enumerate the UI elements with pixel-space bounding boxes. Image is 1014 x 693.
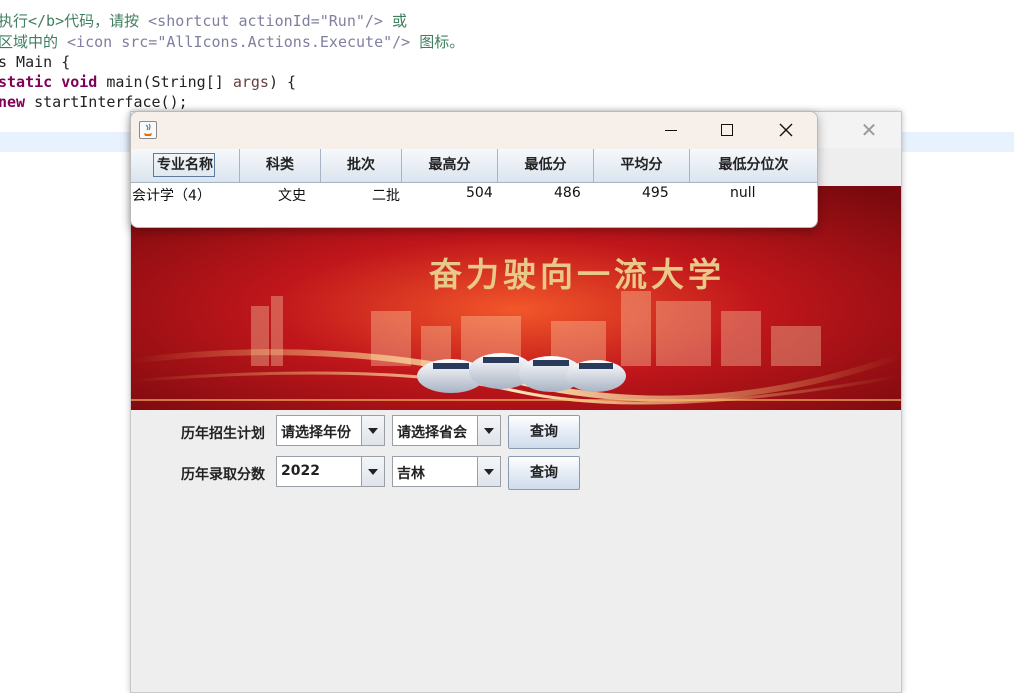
province-select[interactable]: 请选择省会 [392, 415, 501, 446]
chevron-down-icon[interactable] [361, 416, 384, 445]
score-province-select-value: 吉林 [397, 466, 425, 482]
column-header[interactable]: 最低分位次 [690, 149, 817, 182]
maximize-icon[interactable] [704, 112, 750, 149]
column-header[interactable]: 科类 [240, 149, 321, 182]
code-text: main(String[] [97, 73, 233, 91]
table-cell: 会计学（4） [132, 188, 211, 204]
score-year-select[interactable]: 2022 [276, 456, 385, 487]
enroll-plan-row: 历年招生计划 请选择年份 请选择省会 查询 [131, 415, 901, 451]
table-cell: 二批 [372, 188, 400, 204]
code-line: 区域中的 <icon src="AllIcons.Actions.Execute… [0, 32, 464, 52]
year-select-value: 请选择年份 [281, 425, 351, 441]
chevron-down-icon[interactable] [477, 416, 500, 445]
chevron-down-icon[interactable] [361, 457, 384, 486]
code-param: args [232, 73, 269, 91]
table-cell: 495 [642, 185, 669, 201]
column-header[interactable]: 最低分 [498, 149, 594, 182]
code-comment: 图标。 [410, 33, 465, 51]
province-select-value: 请选择省会 [397, 425, 467, 441]
query-score-button[interactable]: 查询 [508, 456, 580, 490]
score-province-select[interactable]: 吉林 [392, 456, 501, 487]
code-text: ) { [268, 73, 297, 91]
java-app-icon [139, 121, 157, 139]
admission-score-label: 历年录取分数 [181, 467, 265, 483]
code-tag: <icon src="AllIcons.Actions.Execute"/> [67, 33, 411, 51]
column-header[interactable]: 批次 [321, 149, 402, 182]
enroll-plan-label: 历年招生计划 [181, 426, 265, 442]
code-line: 执行</b>代码，请按 <shortcut actionId="Run"/> 或 [0, 11, 407, 31]
column-header[interactable]: 平均分 [594, 149, 690, 182]
table-cell: 486 [554, 185, 581, 201]
minimize-icon[interactable] [648, 112, 694, 149]
code-line: new startInterface(); [0, 92, 188, 112]
score-result-dialog: 专业名称 科类 批次 最高分 最低分 平均分 最低分位次 会计学（4） 文史 二… [130, 111, 818, 228]
banner-slogan: 奋力驶向一流大学 [429, 255, 725, 294]
query-plan-button[interactable]: 查询 [508, 415, 580, 449]
table-cell: null [730, 185, 756, 201]
score-year-select-value: 2022 [281, 463, 320, 479]
code-comment: 执行</b>代码，请按 [0, 12, 149, 30]
table-header: 专业名称 科类 批次 最高分 最低分 平均分 最低分位次 [131, 149, 817, 183]
column-header[interactable]: 最高分 [402, 149, 498, 182]
dialog-titlebar[interactable] [131, 112, 817, 149]
table-cell: 504 [466, 185, 493, 201]
chevron-down-icon[interactable] [477, 457, 500, 486]
code-line: static void main(String[] args) { [0, 72, 296, 92]
admission-score-row: 历年录取分数 2022 吉林 查询 [131, 456, 901, 492]
code-comment: 区域中的 [0, 33, 68, 51]
code-tag: <shortcut actionId="Run"/> [148, 12, 383, 30]
column-header[interactable]: 专业名称 [131, 149, 240, 182]
close-icon[interactable]: ✕ [857, 118, 881, 142]
code-text: startInterface(); [25, 93, 188, 111]
table-cell: 文史 [278, 188, 306, 204]
year-select[interactable]: 请选择年份 [276, 415, 385, 446]
code-comment: 或 [382, 12, 407, 30]
code-keyword: new [0, 93, 26, 111]
close-icon[interactable] [763, 112, 809, 149]
table-row[interactable]: 会计学（4） 文史 二批 504 486 495 null [131, 182, 817, 206]
code-line: s Main { [0, 53, 71, 71]
header-focus-ring [153, 153, 215, 177]
code-keyword: static void [0, 73, 98, 91]
